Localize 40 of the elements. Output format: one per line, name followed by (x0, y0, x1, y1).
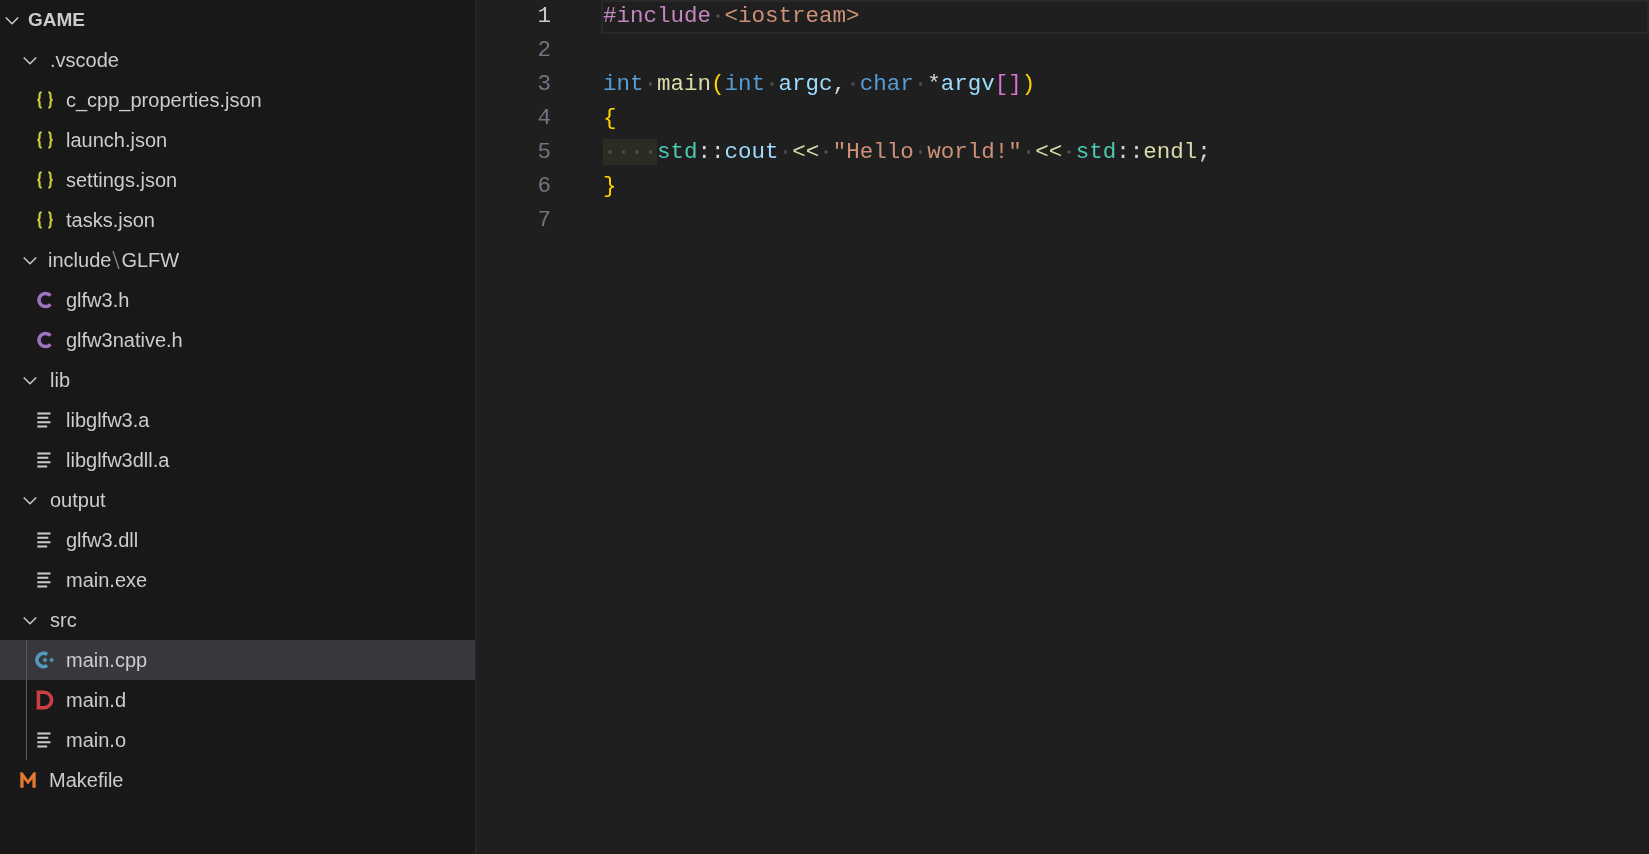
braces-icon (34, 209, 56, 231)
line-number: 5 (536, 138, 551, 168)
folder-item[interactable]: output (0, 480, 475, 520)
code-line: int main(int argc, char *argv[]) (603, 70, 1036, 100)
file-item[interactable]: settings.json (0, 160, 475, 200)
c-plus-icon (34, 649, 56, 671)
braces-icon (34, 89, 56, 111)
file-item[interactable]: launch.json (0, 120, 475, 160)
line-number: 4 (536, 104, 551, 134)
line-number: 1 (536, 2, 551, 32)
file-item[interactable]: glfw3.h (0, 280, 475, 320)
file-item[interactable]: glfw3.dll (0, 520, 475, 560)
file-item[interactable]: main.cpp (0, 640, 475, 680)
file-item[interactable]: Makefile (0, 760, 475, 800)
folder-item[interactable]: .vscode (0, 40, 475, 80)
file-item[interactable]: main.o (0, 720, 475, 760)
code-line: #include <iostream> (603, 2, 860, 32)
file-item[interactable]: c_cpp_properties.json (0, 80, 475, 120)
file-item[interactable]: glfw3native.h (0, 320, 475, 360)
braces-icon (34, 169, 56, 191)
file-item[interactable]: libglfw3.a (0, 400, 475, 440)
line-number: 7 (536, 206, 551, 236)
folder-item[interactable]: include GLFW (0, 240, 475, 280)
path-separator-icon (111, 249, 122, 271)
file-item[interactable]: main.d (0, 680, 475, 720)
line-number: 6 (536, 172, 551, 202)
code-line: { (603, 104, 617, 134)
code-line: } (603, 172, 617, 202)
folder-item[interactable]: src (0, 600, 475, 640)
file-item[interactable]: tasks.json (0, 200, 475, 240)
line-number: 2 (536, 36, 551, 66)
line-number: 3 (536, 70, 551, 100)
d-letter-icon (34, 689, 56, 711)
m-letter-icon (17, 769, 39, 791)
code-line: std::cout << "Hello world!" << std::endl; (603, 136, 1211, 170)
braces-icon (34, 129, 56, 151)
folder-item[interactable]: lib (0, 360, 475, 400)
file-item[interactable]: main.exe (0, 560, 475, 600)
file-item[interactable]: libglfw3dll.a (0, 440, 475, 480)
root-folder-item[interactable]: GAME (0, 0, 475, 40)
